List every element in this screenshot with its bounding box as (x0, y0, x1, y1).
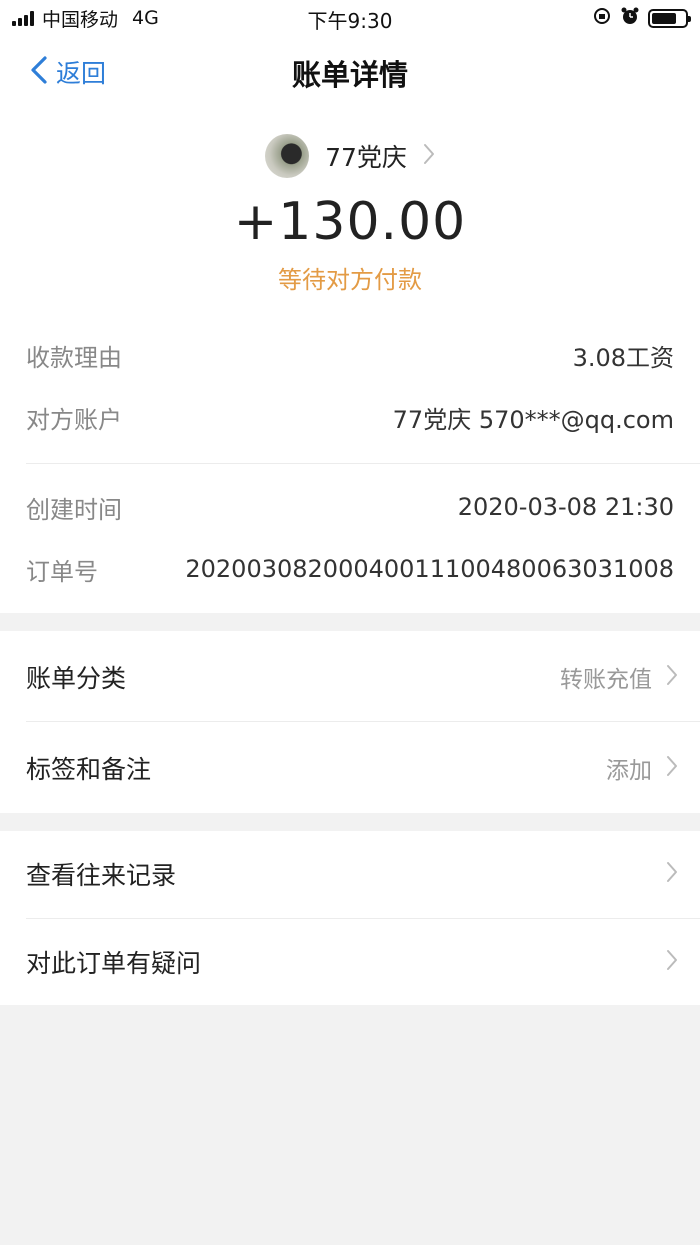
menu-label: 标签和备注 (26, 755, 152, 784)
divider (26, 721, 700, 722)
tags-notes-item[interactable]: 标签和备注 添加 (26, 743, 678, 793)
chevron-right-icon (666, 755, 678, 781)
detail-value: 3.08工资 (572, 343, 674, 372)
status-bar: 中国移动 4G 下午9:30 (0, 0, 700, 36)
menu-label: 账单分类 (26, 664, 127, 693)
rotation-lock-icon (592, 6, 612, 30)
detail-row-reason: 收款理由 3.08工资 (26, 335, 674, 375)
detail-label: 收款理由 (26, 343, 122, 372)
chevron-right-icon (666, 949, 678, 975)
page-title: 账单详情 (291, 58, 408, 92)
payee-name: 77党庆 (325, 143, 407, 172)
menu-label: 查看往来记录 (26, 861, 177, 890)
menu-group-category: 账单分类 转账充值 标签和备注 添加 (0, 631, 700, 813)
menu-label: 对此订单有疑问 (26, 949, 202, 978)
bill-details: 收款理由 3.08工资 对方账户 77党庆 570***@qq.com 创建时间… (0, 323, 700, 613)
alarm-icon (620, 6, 640, 30)
detail-row-account: 对方账户 77党庆 570***@qq.com (26, 397, 674, 437)
detail-row-order-number: 订单号 20200308200040011100480063031008 (26, 549, 674, 589)
menu-group-actions: 查看往来记录 对此订单有疑问 (0, 831, 700, 1005)
detail-value: 2020-03-08 21:30 (457, 493, 674, 521)
chevron-right-icon (666, 861, 678, 887)
bill-header: 77党庆 +130.00 等待对方付款 (0, 108, 700, 323)
detail-label: 对方账户 (26, 405, 122, 434)
detail-value: 77党庆 570***@qq.com (392, 405, 674, 434)
nav-bar: 返回 账单详情 (0, 36, 700, 108)
detail-row-created-time: 创建时间 2020-03-08 21:30 (26, 487, 674, 527)
battery-icon (648, 8, 691, 28)
detail-label: 创建时间 (26, 495, 122, 524)
avatar (265, 134, 310, 178)
order-question-item[interactable]: 对此订单有疑问 (26, 937, 678, 987)
amount: +130.00 (233, 192, 467, 252)
divider (26, 918, 700, 919)
chevron-right-icon (666, 664, 678, 690)
detail-label: 订单号 (26, 557, 98, 586)
detail-value: 20200308200040011100480063031008 (185, 555, 674, 583)
menu-value: 转账充值 (560, 667, 652, 693)
view-history-item[interactable]: 查看往来记录 (26, 849, 678, 899)
payment-status: 等待对方付款 (278, 266, 422, 294)
divider (26, 463, 700, 464)
bill-category-item[interactable]: 账单分类 转账充值 (26, 652, 678, 702)
menu-value: 添加 (606, 758, 652, 784)
chevron-right-icon (423, 143, 435, 169)
payee-link[interactable]: 77党庆 (0, 134, 700, 178)
